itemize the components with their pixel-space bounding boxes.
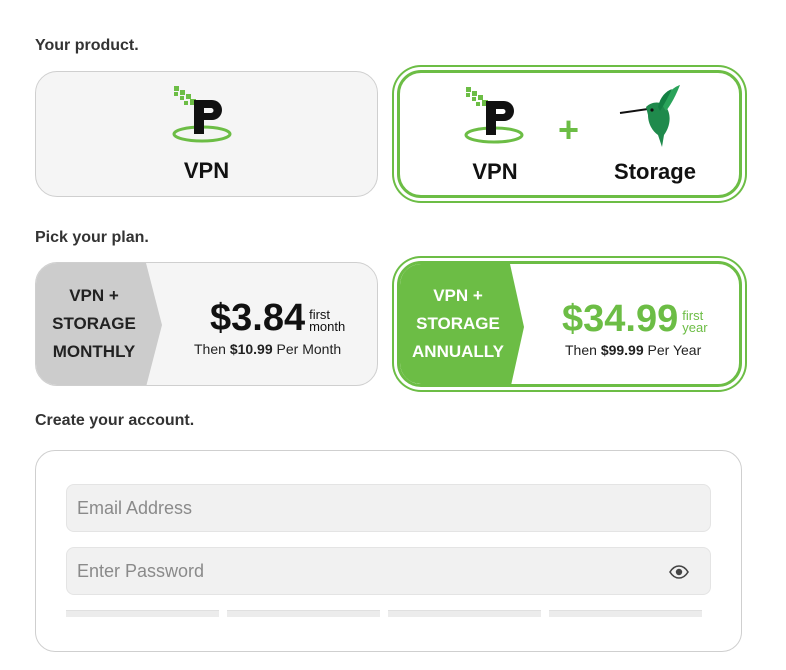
plan-name-line: ANNUALLY	[412, 342, 504, 361]
product-storage-label: Storage	[614, 159, 696, 184]
price-amount: $34.99	[562, 298, 679, 340]
plan-name-line: MONTHLY	[52, 342, 136, 361]
price-suffix: first year	[682, 309, 708, 338]
price-suffix: first month	[309, 308, 346, 337]
product-card-vpn-storage[interactable]: + VPN Storage	[397, 70, 742, 198]
plan-card-annually[interactable]: VPN + STORAGE ANNUALLY $34.99 first year…	[397, 261, 742, 387]
plan-name-line: VPN +	[69, 286, 119, 305]
plus-icon: +	[558, 109, 580, 150]
ipvanish-logo-icon	[170, 84, 234, 149]
plan-price-annually: $34.99 first year	[562, 300, 708, 338]
plan-name-annually: VPN + STORAGE ANNUALLY	[400, 264, 528, 384]
account-form	[35, 450, 742, 652]
plan-name-monthly: VPN + STORAGE MONTHLY	[36, 263, 164, 385]
then-prefix: Then	[565, 342, 597, 358]
product-vpn-label: VPN	[183, 158, 230, 183]
then-price: $99.99	[600, 342, 644, 358]
plan-section-title: Pick your plan.	[35, 229, 149, 246]
product-section-title: Your product.	[35, 37, 139, 54]
email-field[interactable]	[66, 484, 711, 532]
password-strength-segment	[227, 610, 380, 617]
price-suffix-line2: year	[682, 320, 708, 335]
plan-name-line: STORAGE	[416, 314, 500, 333]
plan-name-line: STORAGE	[52, 314, 136, 333]
plan-name-line: VPN +	[433, 286, 483, 305]
then-price: $10.99	[229, 341, 273, 357]
plan-then-monthly: Then $10.99 Per Month	[194, 341, 341, 357]
ipvanish-logo-icon	[462, 85, 526, 150]
password-field[interactable]	[66, 547, 711, 595]
hummingbird-icon	[618, 85, 682, 152]
then-suffix: Per Month	[276, 341, 342, 357]
plan-then-annually: Then $99.99 Per Year	[565, 342, 701, 358]
then-suffix: Per Year	[647, 342, 702, 358]
then-prefix: Then	[194, 341, 226, 357]
eye-icon[interactable]	[669, 565, 689, 584]
product-card-vpn[interactable]: VPN	[35, 71, 378, 197]
password-strength-segment	[388, 610, 541, 617]
plan-price-monthly: $3.84 first month	[210, 299, 345, 337]
password-strength-segment	[66, 610, 219, 617]
price-suffix-line2: month	[309, 319, 346, 334]
plan-card-monthly[interactable]: VPN + STORAGE MONTHLY $3.84 first month …	[35, 262, 378, 386]
password-strength-segment	[549, 610, 702, 617]
price-amount: $3.84	[210, 297, 306, 339]
product-vpn-label: VPN	[472, 159, 518, 184]
account-section-title: Create your account.	[35, 412, 195, 429]
